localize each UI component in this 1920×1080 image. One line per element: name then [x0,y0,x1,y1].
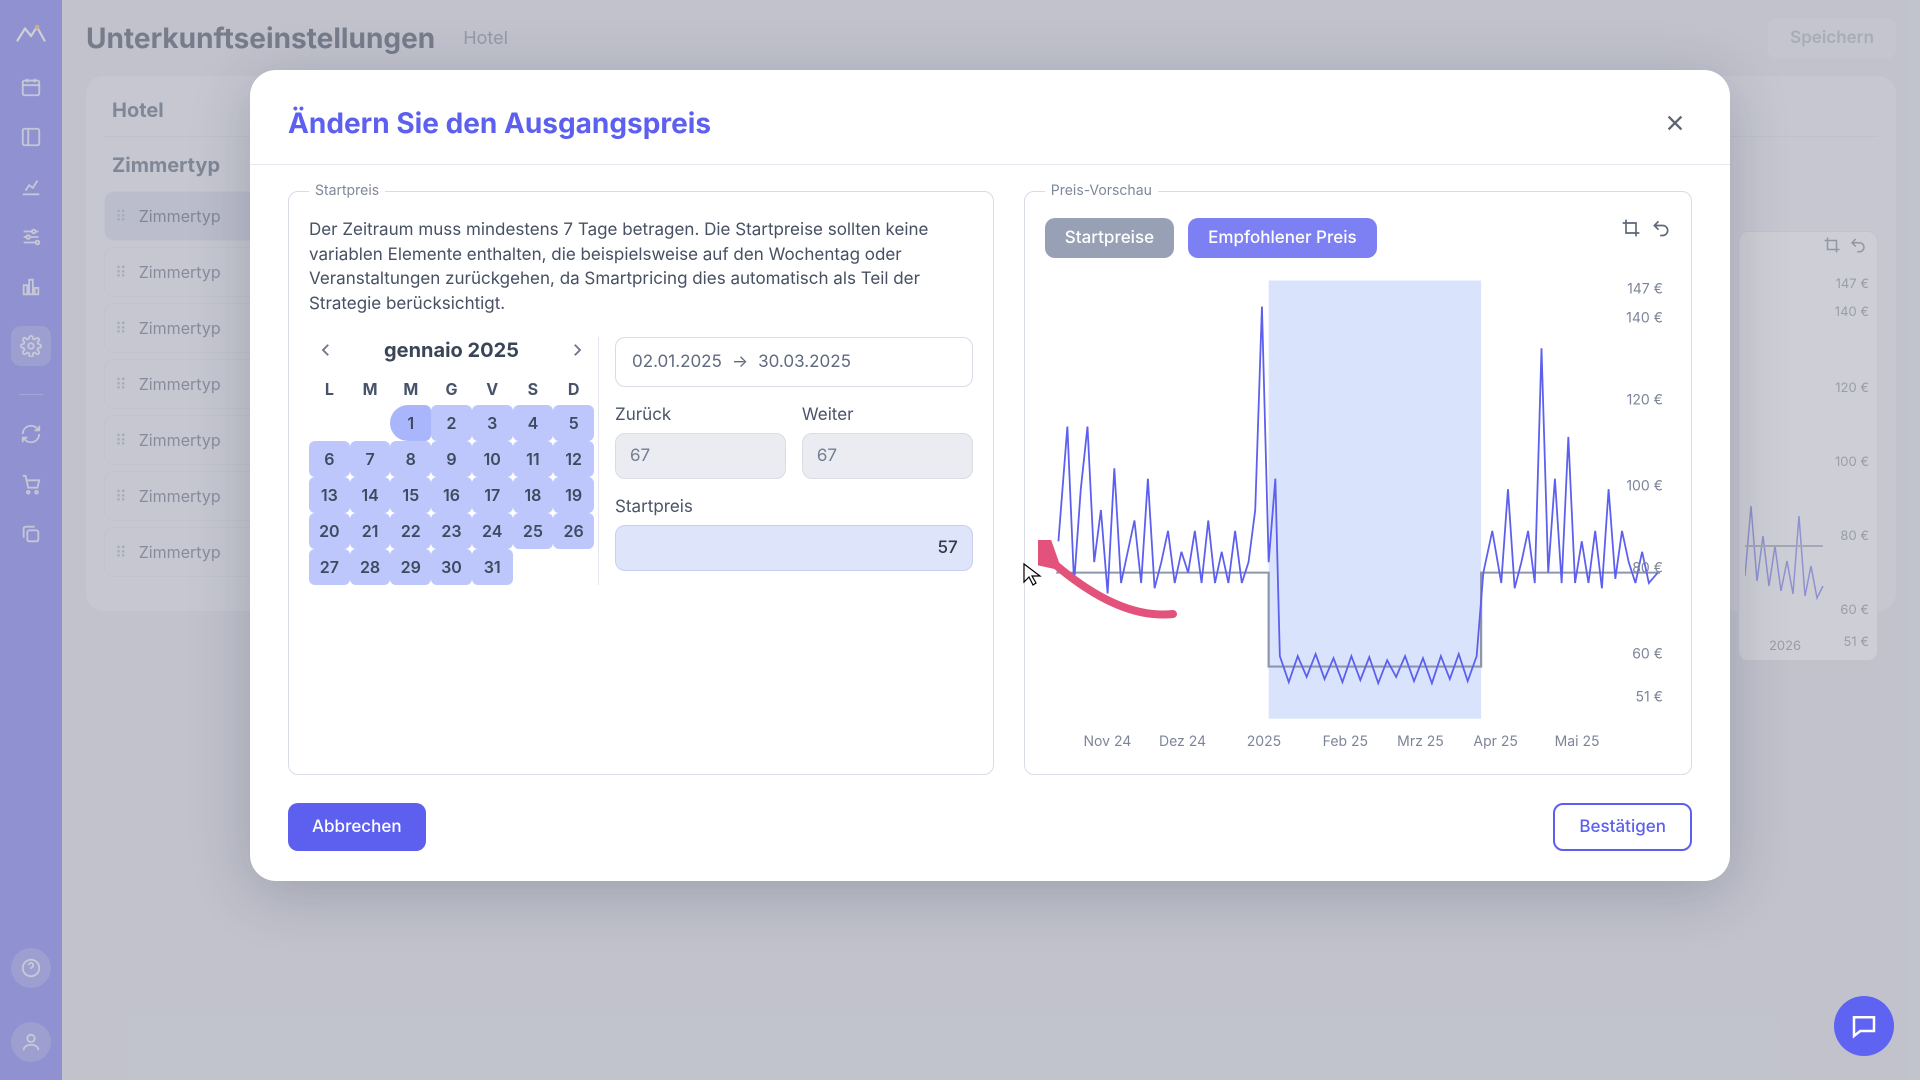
weekday-header: V [472,373,513,405]
prev-month-icon[interactable] [309,337,343,363]
startprice-input[interactable]: 57 [615,525,973,571]
y-1: 140 € [1626,310,1663,327]
cancel-button[interactable]: Abbrechen [288,803,426,851]
preview-fieldset: Preis-Vorschau Startpreise Empfohlener P… [1024,191,1692,775]
startprice-fieldset: Startpreis Der Zeitraum muss mindestens … [288,191,994,775]
x-3: Feb 25 [1323,733,1368,750]
x-4: Mrz 25 [1397,733,1444,750]
forward-label: Weiter [802,405,973,425]
weekday-header: S [513,373,554,405]
calendar-day[interactable]: 14 [350,477,391,513]
calendar-day[interactable]: 29 [390,549,431,585]
calendar-day [513,549,554,585]
y-0: 147 € [1627,281,1663,298]
calendar-day[interactable]: 10 [472,441,513,477]
y-3: 100 € [1626,478,1663,495]
back-label: Zurück [615,405,786,425]
calendar-day[interactable]: 27 [309,549,350,585]
calendar-day[interactable]: 18 [513,477,554,513]
x-2: 2025 [1247,733,1281,750]
calendar-day[interactable]: 4 [513,405,554,441]
calendar-day[interactable]: 12 [553,441,594,477]
calendar-day[interactable]: 22 [390,513,431,549]
x-1: Dez 24 [1159,733,1206,750]
y-6: 51 € [1636,689,1663,706]
calendar-day[interactable]: 17 [472,477,513,513]
calendar-day[interactable]: 8 [390,441,431,477]
calendar-day[interactable]: 23 [431,513,472,549]
calendar-day[interactable]: 7 [350,441,391,477]
calendar-day[interactable]: 24 [472,513,513,549]
x-0: Nov 24 [1083,733,1131,750]
preview-legend: Preis-Vorschau [1045,182,1158,199]
date-range-input[interactable]: 02.01.2025 → 30.03.2025 [615,337,973,387]
confirm-button[interactable]: Bestätigen [1553,803,1692,851]
calendar-day[interactable]: 28 [350,549,391,585]
calendar-day[interactable]: 16 [431,477,472,513]
undo-icon[interactable] [1651,218,1671,258]
help-text: Der Zeitraum muss mindestens 7 Tage betr… [309,218,973,317]
calendar-day[interactable]: 15 [390,477,431,513]
calendar-day[interactable]: 3 [472,405,513,441]
forward-input[interactable]: 67 [802,433,973,479]
calendar-day[interactable]: 6 [309,441,350,477]
range-from: 02.01.2025 [632,352,722,372]
calendar-day [553,549,594,585]
calendar: gennaio 2025 LMMGVSD12345678910111213141… [309,337,599,585]
calendar-day[interactable]: 2 [431,405,472,441]
calendar-day[interactable]: 26 [553,513,594,549]
y-4: 80 € [1632,559,1663,576]
back-input[interactable]: 67 [615,433,786,479]
weekday-header: L [309,373,350,405]
weekday-header: M [350,373,391,405]
close-icon[interactable] [1658,106,1692,140]
weekday-header: G [431,373,472,405]
calendar-day [350,405,391,441]
modal: Ändern Sie den Ausgangspreis Startpreis … [250,70,1730,881]
y-2: 120 € [1627,391,1663,408]
fieldset-legend: Startpreis [309,182,385,199]
startprice-label: Startpreis [615,497,973,517]
month-label: gennaio 2025 [349,338,554,362]
range-arrow: → [732,352,748,372]
next-month-icon[interactable] [560,337,594,363]
calendar-day[interactable]: 21 [350,513,391,549]
x-5: Apr 25 [1473,733,1518,750]
calendar-day[interactable]: 13 [309,477,350,513]
calendar-day[interactable]: 11 [513,441,554,477]
calendar-day[interactable]: 20 [309,513,350,549]
calendar-day [309,405,350,441]
calendar-day[interactable]: 5 [553,405,594,441]
calendar-day[interactable]: 1 [390,405,431,441]
price-chart[interactable]: 147 € 140 € 120 € 100 € 80 € 60 € 51 € N… [1045,270,1671,750]
calendar-day[interactable]: 30 [431,549,472,585]
crop-icon[interactable] [1621,218,1641,258]
x-6: Mai 25 [1555,733,1600,750]
calendar-day[interactable]: 19 [553,477,594,513]
weekday-header: D [553,373,594,405]
y-5: 60 € [1632,646,1663,663]
toggle-recommended[interactable]: Empfohlener Preis [1188,218,1377,258]
calendar-day[interactable]: 31 [472,549,513,585]
range-to: 30.03.2025 [758,352,851,372]
weekday-header: M [390,373,431,405]
toggle-startprices[interactable]: Startpreise [1045,218,1174,258]
chat-fab[interactable] [1834,996,1894,1056]
calendar-day[interactable]: 9 [431,441,472,477]
calendar-day[interactable]: 25 [513,513,554,549]
modal-title: Ändern Sie den Ausgangspreis [288,106,711,140]
